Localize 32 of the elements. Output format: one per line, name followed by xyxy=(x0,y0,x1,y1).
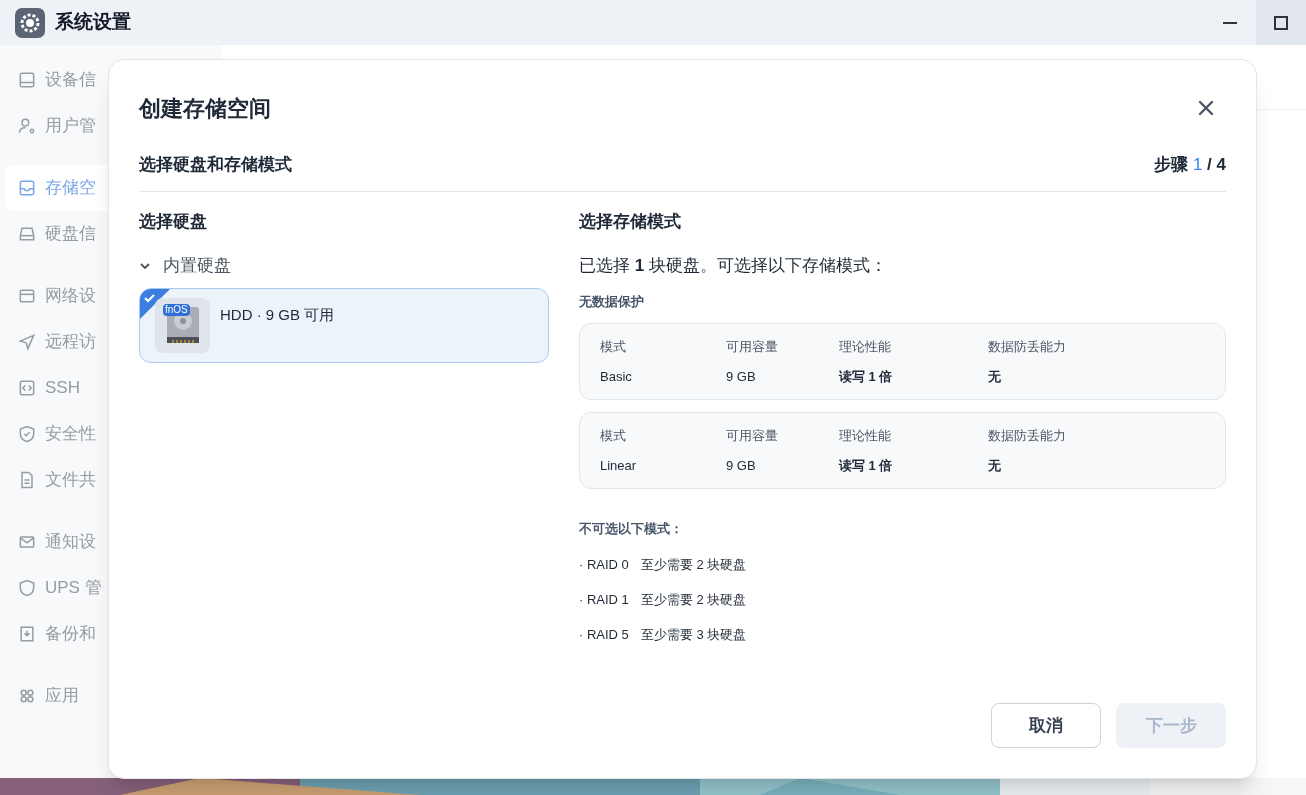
field-label: 模式 xyxy=(600,427,627,445)
selection-summary: 已选择 1 块硬盘。可选择以下存储模式： xyxy=(579,254,888,277)
field-value: 9 GB xyxy=(726,367,757,386)
mode-name: · RAID 5 xyxy=(579,625,629,644)
group-label: 不可选以下模式： xyxy=(579,520,684,538)
field-value: 9 GB xyxy=(726,456,757,475)
field-label: 可用容量 xyxy=(726,338,779,356)
field-label: 数据防丢能力 xyxy=(988,427,1067,445)
drive-badge: fnOS xyxy=(163,303,190,316)
field-label: 模式 xyxy=(600,338,627,356)
section-heading: 选择存储模式 xyxy=(579,210,682,233)
mode-name: · RAID 0 xyxy=(579,555,629,574)
field-label: 理论性能 xyxy=(839,427,892,445)
mode-name: · RAID 1 xyxy=(579,590,629,609)
field-value: 无 xyxy=(988,367,1002,386)
field-value: Linear xyxy=(600,456,638,475)
step-indicator: 步骤 1 / 4 xyxy=(1154,154,1226,176)
disk-label: HDD · 9 GB 可用 xyxy=(220,304,335,325)
field-value: 读写 1 倍 xyxy=(839,456,894,475)
field-value: Basic xyxy=(600,367,633,386)
mode-requirement: 至少需要 3 块硬盘 xyxy=(640,625,747,644)
field-value: 读写 1 倍 xyxy=(839,367,894,386)
mode-requirement: 至少需要 2 块硬盘 xyxy=(640,555,747,574)
field-label: 可用容量 xyxy=(726,427,779,445)
section-heading: 选择硬盘 xyxy=(139,210,208,233)
window-title: 系统设置 xyxy=(55,10,131,35)
field-label: 理论性能 xyxy=(839,338,892,356)
field-label: 数据防丢能力 xyxy=(988,338,1067,356)
mode-requirement: 至少需要 2 块硬盘 xyxy=(640,590,747,609)
group-label: 无数据保护 xyxy=(579,292,645,311)
dialog-title: 创建存储空间 xyxy=(139,94,271,123)
field-value: 无 xyxy=(988,456,1002,475)
